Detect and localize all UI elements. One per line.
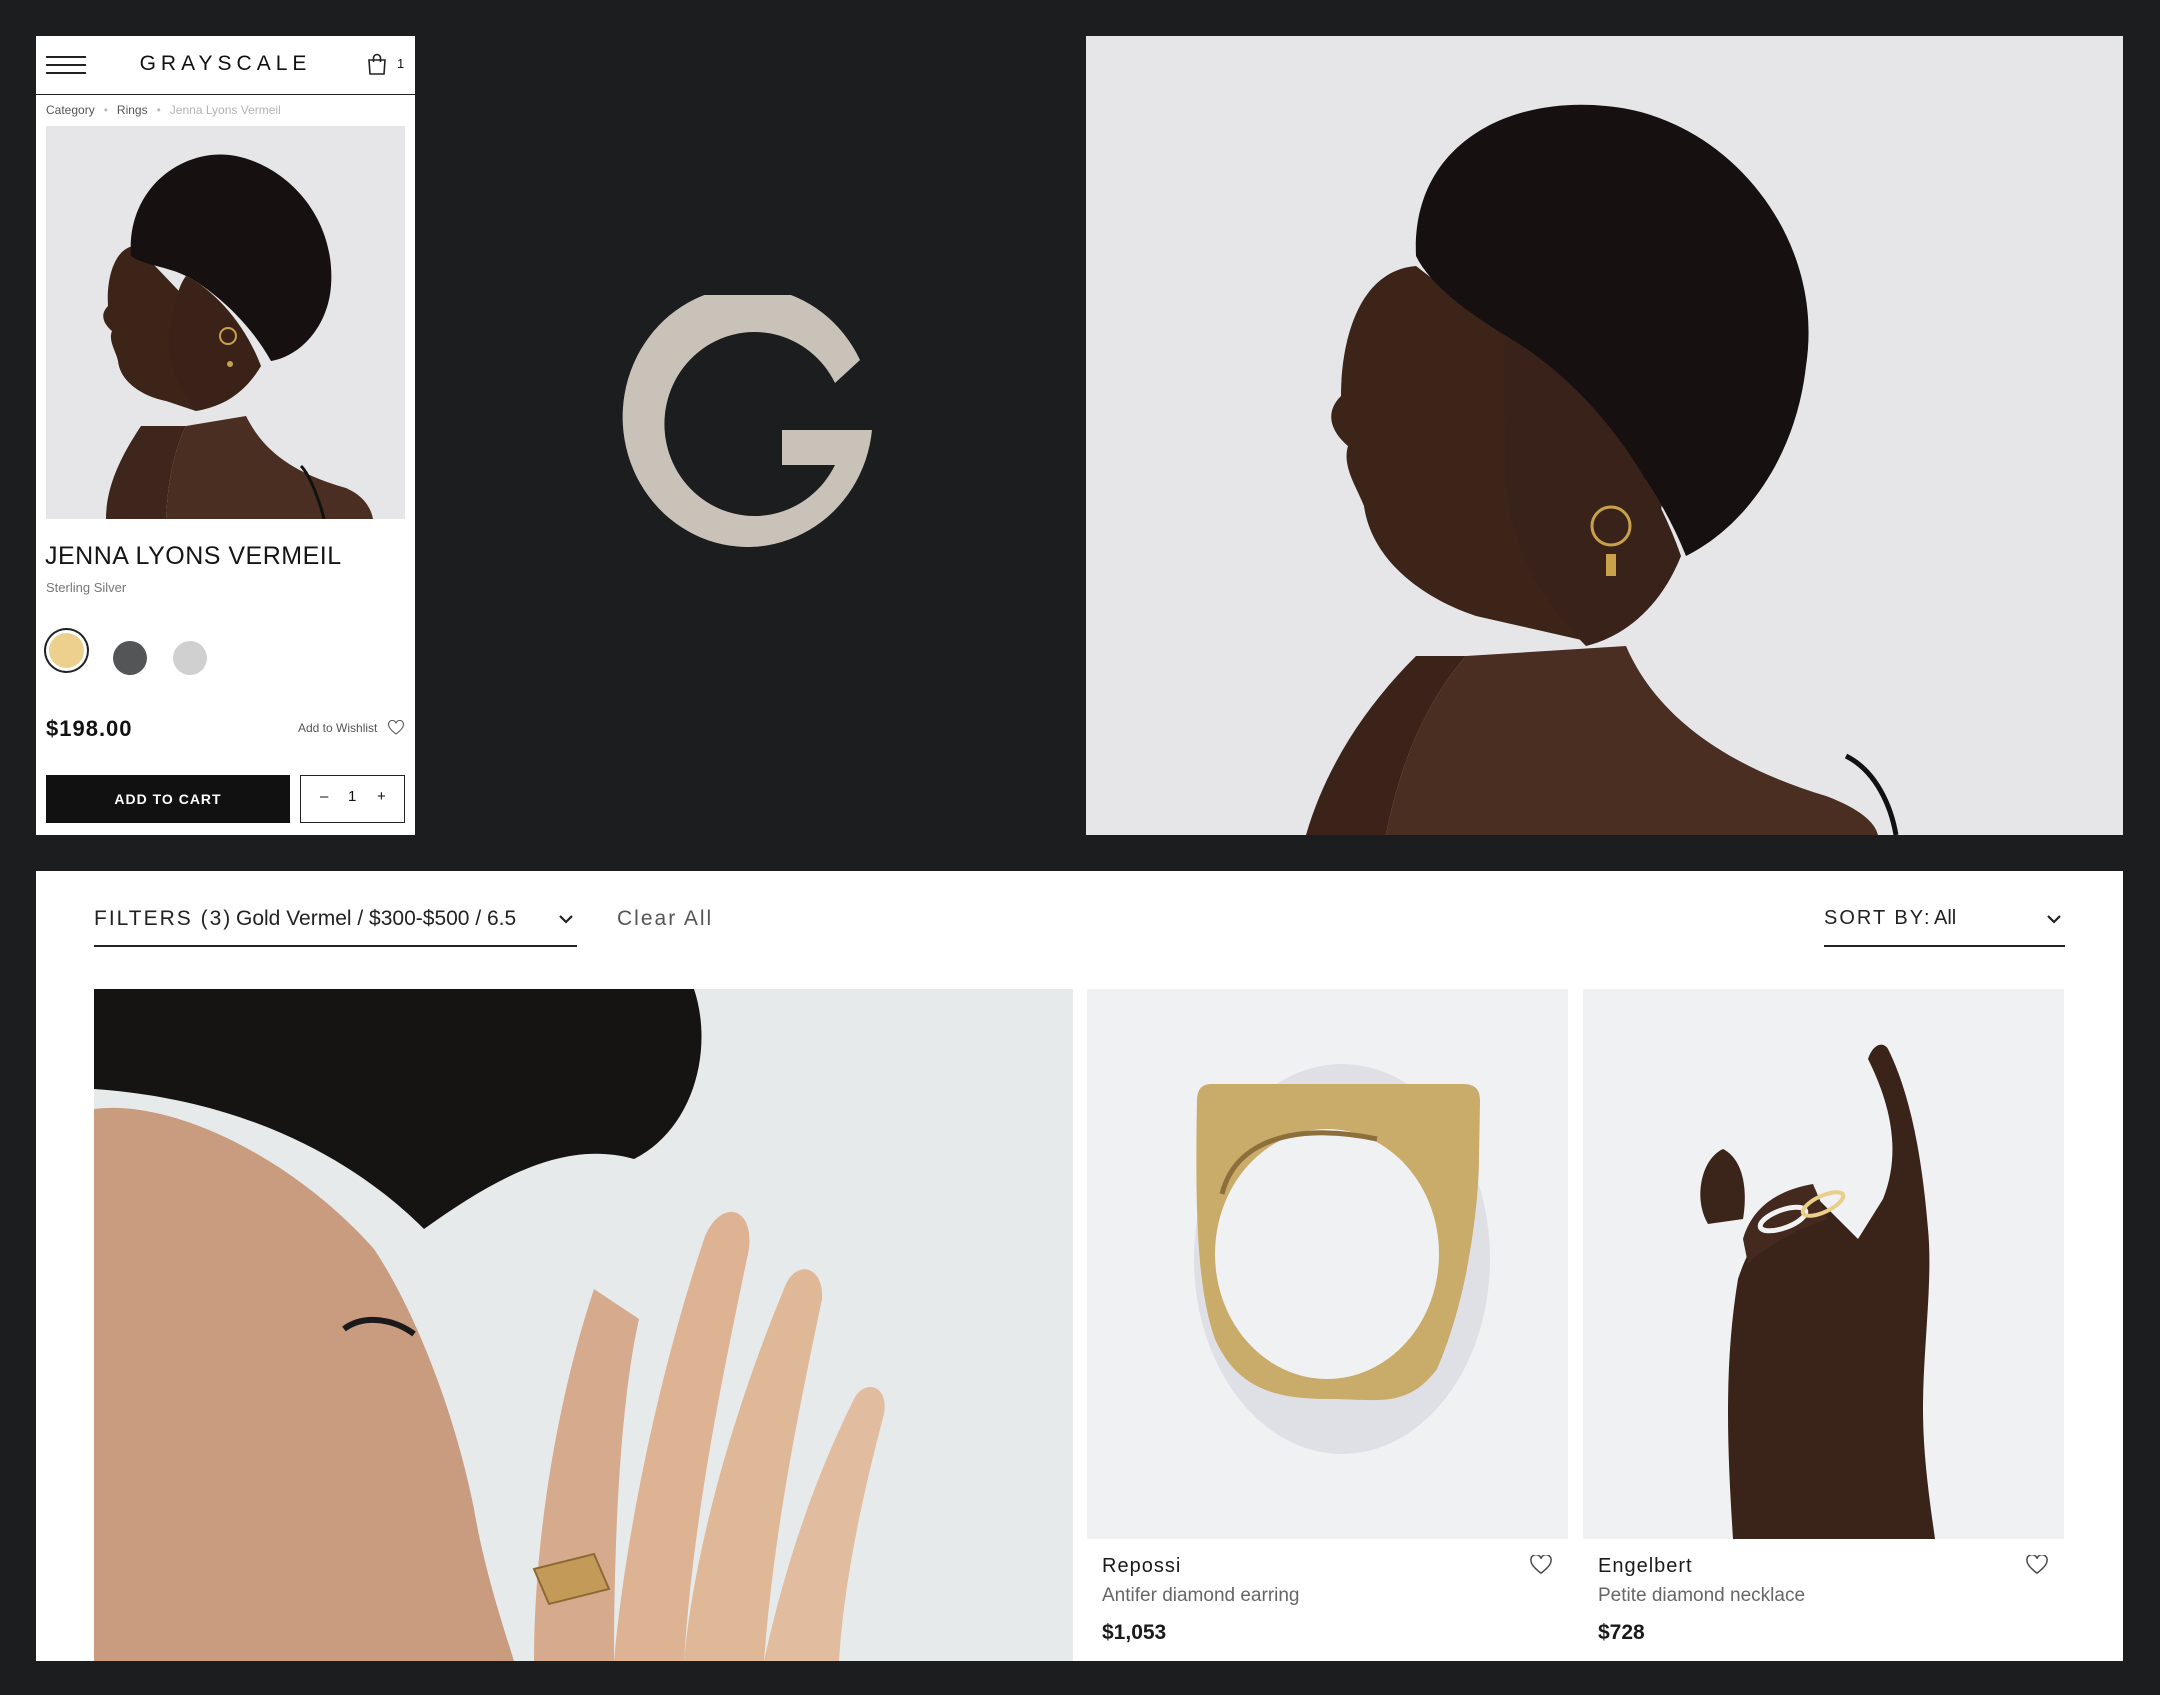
swatch-dark-gray[interactable]	[113, 641, 147, 675]
breadcrumb-rings[interactable]: Rings	[117, 103, 148, 117]
breadcrumb: Category • Rings • Jenna Lyons Vermeil	[46, 103, 281, 117]
product-card[interactable]: Engelbert Petite diamond necklace $728	[1583, 989, 2064, 1661]
product-model-photo	[46, 126, 405, 519]
product-name[interactable]: Repossi	[1102, 1555, 1181, 1578]
breadcrumb-current: Jenna Lyons Vermeil	[169, 103, 281, 117]
swatch-silver[interactable]	[173, 641, 207, 675]
filters-value: Gold Vermel / $300-$500 / 6.5	[236, 907, 517, 930]
add-to-wishlist-link[interactable]: Add to Wishlist	[298, 721, 377, 735]
filter-dropdown[interactable]: FILTERS (3) Gold Vermel / $300-$500 / 6.…	[94, 903, 577, 947]
swatch-gold[interactable]	[49, 633, 84, 668]
brand-logo[interactable]: GRAYSCALE	[36, 52, 415, 76]
product-description: Petite diamond necklace	[1598, 1585, 1806, 1606]
product-price: $728	[1598, 1621, 1645, 1644]
sort-label: SORT BY:	[1824, 907, 1932, 929]
product-material: Sterling Silver	[46, 580, 127, 595]
product-price: $198.00	[46, 716, 133, 741]
mobile-header: GRAYSCALE 1	[36, 36, 415, 95]
quantity-increase-button[interactable]: +	[377, 788, 386, 805]
shopping-bag-icon[interactable]	[367, 53, 387, 75]
sort-dropdown[interactable]: SORT BY: All	[1824, 903, 2065, 947]
featured-model-photo	[94, 989, 1073, 1661]
clear-all-button[interactable]: Clear All	[617, 907, 713, 931]
quantity-stepper: – 1 +	[300, 775, 405, 823]
chevron-down-icon	[559, 915, 573, 924]
product-description: Antifer diamond earring	[1102, 1585, 1300, 1606]
product-listing: FILTERS (3) Gold Vermel / $300-$500 / 6.…	[36, 871, 2123, 1661]
product-title: JENNA LYONS VERMEIL	[45, 542, 342, 570]
product-name[interactable]: Engelbert	[1598, 1555, 1693, 1578]
heart-icon[interactable]	[388, 720, 404, 736]
product-price: $1,053	[1102, 1621, 1167, 1644]
cart-count[interactable]: 1	[397, 56, 404, 71]
hero-model-photo	[1086, 36, 2123, 835]
quantity-value[interactable]: 1	[348, 788, 356, 805]
filters-label: FILTERS (3)	[94, 907, 233, 930]
quantity-decrease-button[interactable]: –	[320, 788, 328, 805]
breadcrumb-category[interactable]: Category	[46, 103, 95, 117]
chevron-down-icon	[2047, 915, 2061, 924]
add-to-cart-button[interactable]: ADD TO CART	[46, 775, 290, 823]
heart-icon[interactable]	[2026, 1555, 2048, 1575]
product-image[interactable]	[1583, 989, 2064, 1539]
mobile-product-page: GRAYSCALE 1 Category • Rings • Jenna Lyons V…	[36, 36, 415, 835]
heart-icon[interactable]	[1530, 1555, 1552, 1575]
sort-value: All	[1934, 907, 1957, 929]
product-card[interactable]: Repossi Antifer diamond earring $1,053	[1087, 989, 1568, 1661]
grayscale-g-logo	[622, 295, 872, 547]
product-image[interactable]	[1087, 989, 1568, 1539]
